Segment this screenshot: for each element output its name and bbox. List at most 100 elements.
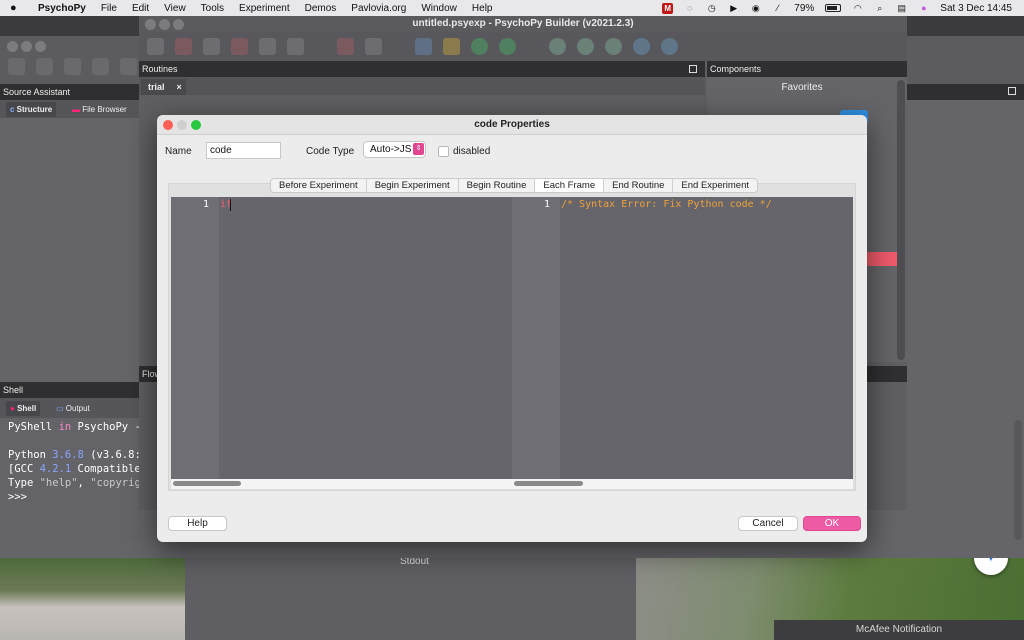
- favorites-label[interactable]: Favorites: [707, 80, 897, 96]
- save-as-experiment-icon[interactable]: [231, 38, 248, 55]
- minimize-dot-icon[interactable]: [21, 41, 32, 52]
- js-code-text[interactable]: /* Syntax Error: Fix Python code */: [561, 199, 772, 210]
- battery-icon[interactable]: [825, 4, 842, 12]
- tab-begin-routine[interactable]: Begin Routine: [459, 179, 536, 192]
- disabled-checkbox[interactable]: [438, 146, 449, 157]
- components-scrollbar[interactable]: [897, 80, 905, 360]
- zoom-dot-icon[interactable]: [35, 41, 46, 52]
- new-experiment-icon[interactable]: [147, 38, 164, 55]
- tab-each-frame[interactable]: Each Frame: [535, 179, 605, 192]
- menu-psychopy[interactable]: PsychoPy: [38, 3, 86, 14]
- wifi-icon[interactable]: ◠: [852, 3, 863, 13]
- shell-number: 3.6.8: [52, 449, 84, 461]
- routines-header: Routines: [139, 61, 705, 77]
- bluetooth-off-icon[interactable]: ⁄: [772, 3, 783, 13]
- open-experiment-icon[interactable]: [175, 38, 192, 55]
- apple-icon[interactable]: ●: [10, 2, 24, 14]
- maximize-icon[interactable]: [689, 65, 697, 73]
- python-hscroll-thumb[interactable]: [173, 481, 241, 486]
- siri-icon[interactable]: ●: [918, 3, 929, 13]
- pavlovia-user-icon[interactable]: [605, 38, 622, 55]
- undo-icon[interactable]: [259, 38, 276, 55]
- open-folder-icon[interactable]: [36, 58, 53, 75]
- dialog-zoom-icon[interactable]: [191, 120, 201, 130]
- maximize-icon[interactable]: [1008, 87, 1016, 95]
- python-icon[interactable]: [415, 38, 432, 55]
- cancel-button[interactable]: Cancel: [738, 516, 798, 531]
- builder-minimize-dot-icon[interactable]: [159, 19, 170, 30]
- dialog-close-icon[interactable]: [163, 120, 173, 130]
- js-code-editor[interactable]: [512, 197, 853, 479]
- pavlovia-search-icon[interactable]: [577, 38, 594, 55]
- search-icon[interactable]: ⌕: [874, 3, 885, 13]
- menu-window[interactable]: Window: [421, 3, 457, 14]
- right-panel-scrollbar[interactable]: [1014, 420, 1022, 540]
- run-icon[interactable]: [471, 38, 488, 55]
- pavlovia-info-icon[interactable]: [633, 38, 650, 55]
- disabled-label: disabled: [453, 146, 491, 157]
- sync-icon[interactable]: ◌: [684, 3, 695, 13]
- code-properties-dialog: code Properties Name code Code Type Auto…: [157, 115, 867, 542]
- menu-pavlovia[interactable]: Pavlovia.org: [351, 3, 406, 14]
- routines-header-label: Routines: [142, 64, 178, 74]
- tab-before-experiment[interactable]: Before Experiment: [271, 179, 367, 192]
- menu-help[interactable]: Help: [472, 3, 493, 14]
- disk-icon[interactable]: ◉: [750, 3, 761, 13]
- ok-button[interactable]: OK: [803, 516, 861, 531]
- datetime[interactable]: Sat 3 Dec 14:45: [940, 3, 1012, 14]
- menu-tools[interactable]: Tools: [201, 3, 224, 14]
- save-as-icon[interactable]: [92, 58, 109, 75]
- tab-end-experiment[interactable]: End Experiment: [673, 179, 757, 192]
- builder-close-dot-icon[interactable]: [145, 19, 156, 30]
- shell-line: [GCC 4.2.1 Compatible: [8, 462, 139, 476]
- pavlovia-globe-icon[interactable]: [661, 38, 678, 55]
- tab-begin-experiment[interactable]: Begin Experiment: [367, 179, 459, 192]
- clock-icon[interactable]: ◷: [706, 3, 717, 13]
- close-tab-icon[interactable]: ×: [177, 82, 182, 92]
- routine-tab-trial[interactable]: trial ×: [141, 79, 186, 95]
- tab-structure[interactable]: c Structure: [6, 102, 57, 117]
- menu-experiment[interactable]: Experiment: [239, 3, 290, 14]
- close-dot-icon[interactable]: [7, 41, 18, 52]
- dialog-titlebar: code Properties: [157, 115, 867, 135]
- play-icon[interactable]: ▶: [728, 3, 739, 13]
- python-line-gutter: [171, 197, 219, 479]
- js-line-gutter: [512, 197, 560, 479]
- menu-demos[interactable]: Demos: [305, 3, 337, 14]
- settings-gear-icon[interactable]: [365, 38, 382, 55]
- select-arrows-icon[interactable]: ⇕: [413, 143, 424, 155]
- python-code-editor[interactable]: [171, 197, 513, 479]
- tab-file-browser[interactable]: ▬ File Browser: [68, 102, 131, 117]
- menu-file[interactable]: File: [101, 3, 117, 14]
- mcafee-icon[interactable]: M: [662, 2, 674, 14]
- text-cursor: [230, 199, 231, 211]
- builder-zoom-dot-icon[interactable]: [173, 19, 184, 30]
- stdout-panel: [185, 558, 636, 640]
- pavlovia-sync-icon[interactable]: [549, 38, 566, 55]
- tab-output[interactable]: ▭ Output: [52, 401, 94, 416]
- compile-js-icon[interactable]: [443, 38, 460, 55]
- shell-console[interactable]: PyShell in PsychoPy - Python 3.6.8 (v3.6…: [0, 418, 139, 540]
- save-icon[interactable]: [64, 58, 81, 75]
- js-hscroll-thumb[interactable]: [514, 481, 583, 486]
- component-highlight[interactable]: [865, 252, 897, 266]
- run-online-icon[interactable]: [499, 38, 516, 55]
- menu-edit[interactable]: Edit: [132, 3, 149, 14]
- shell-number: 4.2.1: [39, 463, 72, 475]
- save-experiment-icon[interactable]: [203, 38, 220, 55]
- redo-icon[interactable]: [287, 38, 304, 55]
- shell-text: (v3.6.8:3: [90, 449, 139, 461]
- name-field[interactable]: code: [206, 142, 281, 159]
- menu-view[interactable]: View: [164, 3, 186, 14]
- help-button[interactable]: Help: [168, 516, 227, 531]
- monitor-icon[interactable]: [337, 38, 354, 55]
- mcafee-notification[interactable]: McAfee Notification: [774, 620, 1024, 640]
- tab-end-routine[interactable]: End Routine: [604, 179, 674, 192]
- new-file-icon[interactable]: [8, 58, 25, 75]
- control-center-icon[interactable]: ▤: [896, 3, 907, 13]
- tab-shell[interactable]: ● Shell: [6, 401, 41, 416]
- code-tab-row: Before Experiment Begin Experiment Begin…: [270, 178, 758, 193]
- right-panel-body: [907, 100, 1024, 558]
- undo-icon[interactable]: [120, 58, 137, 75]
